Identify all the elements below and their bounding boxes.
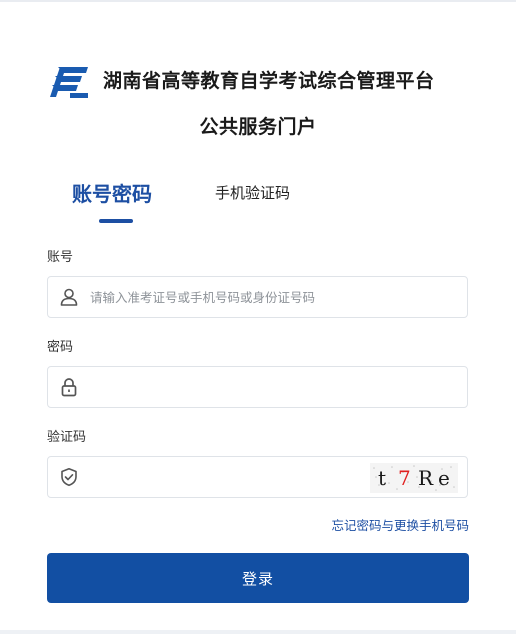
login-method-tabs: 账号密码 手机验证码 <box>47 178 469 226</box>
platform-title: 湖南省高等教育自学考试综合管理平台 <box>103 70 435 92</box>
captcha-input[interactable] <box>90 457 390 497</box>
shield-check-icon <box>61 468 77 487</box>
top-divider <box>0 0 516 2</box>
captcha-char-4: e <box>438 466 450 490</box>
tab-sms-code[interactable]: 手机验证码 <box>215 182 290 203</box>
captcha-image[interactable]: t 7 R e <box>370 463 458 493</box>
user-icon <box>60 288 78 306</box>
captcha-label: 验证码 <box>47 430 87 445</box>
active-tab-indicator <box>99 219 133 223</box>
captcha-char-2: 7 <box>398 466 411 490</box>
bottom-divider <box>0 630 516 634</box>
forgot-password-link[interactable]: 忘记密码与更换手机号码 <box>0 515 469 534</box>
password-input[interactable] <box>90 367 390 407</box>
captcha-char-3: R <box>418 466 434 490</box>
lock-icon <box>61 378 77 397</box>
exam-authority-logo-icon <box>50 67 88 98</box>
account-label: 账号 <box>47 250 74 265</box>
captcha-field[interactable]: t 7 R e <box>47 456 468 498</box>
tab-account-password[interactable]: 账号密码 <box>72 178 152 207</box>
captcha-char-1: t <box>378 466 387 490</box>
password-field[interactable] <box>47 366 468 408</box>
login-button[interactable]: 登录 <box>47 553 469 603</box>
account-input[interactable] <box>90 277 390 317</box>
header: 湖南省高等教育自学考试综合管理平台 <box>48 62 478 102</box>
password-label: 密码 <box>47 340 74 355</box>
portal-subtitle: 公共服务门户 <box>199 116 317 138</box>
account-field[interactable] <box>47 276 468 318</box>
